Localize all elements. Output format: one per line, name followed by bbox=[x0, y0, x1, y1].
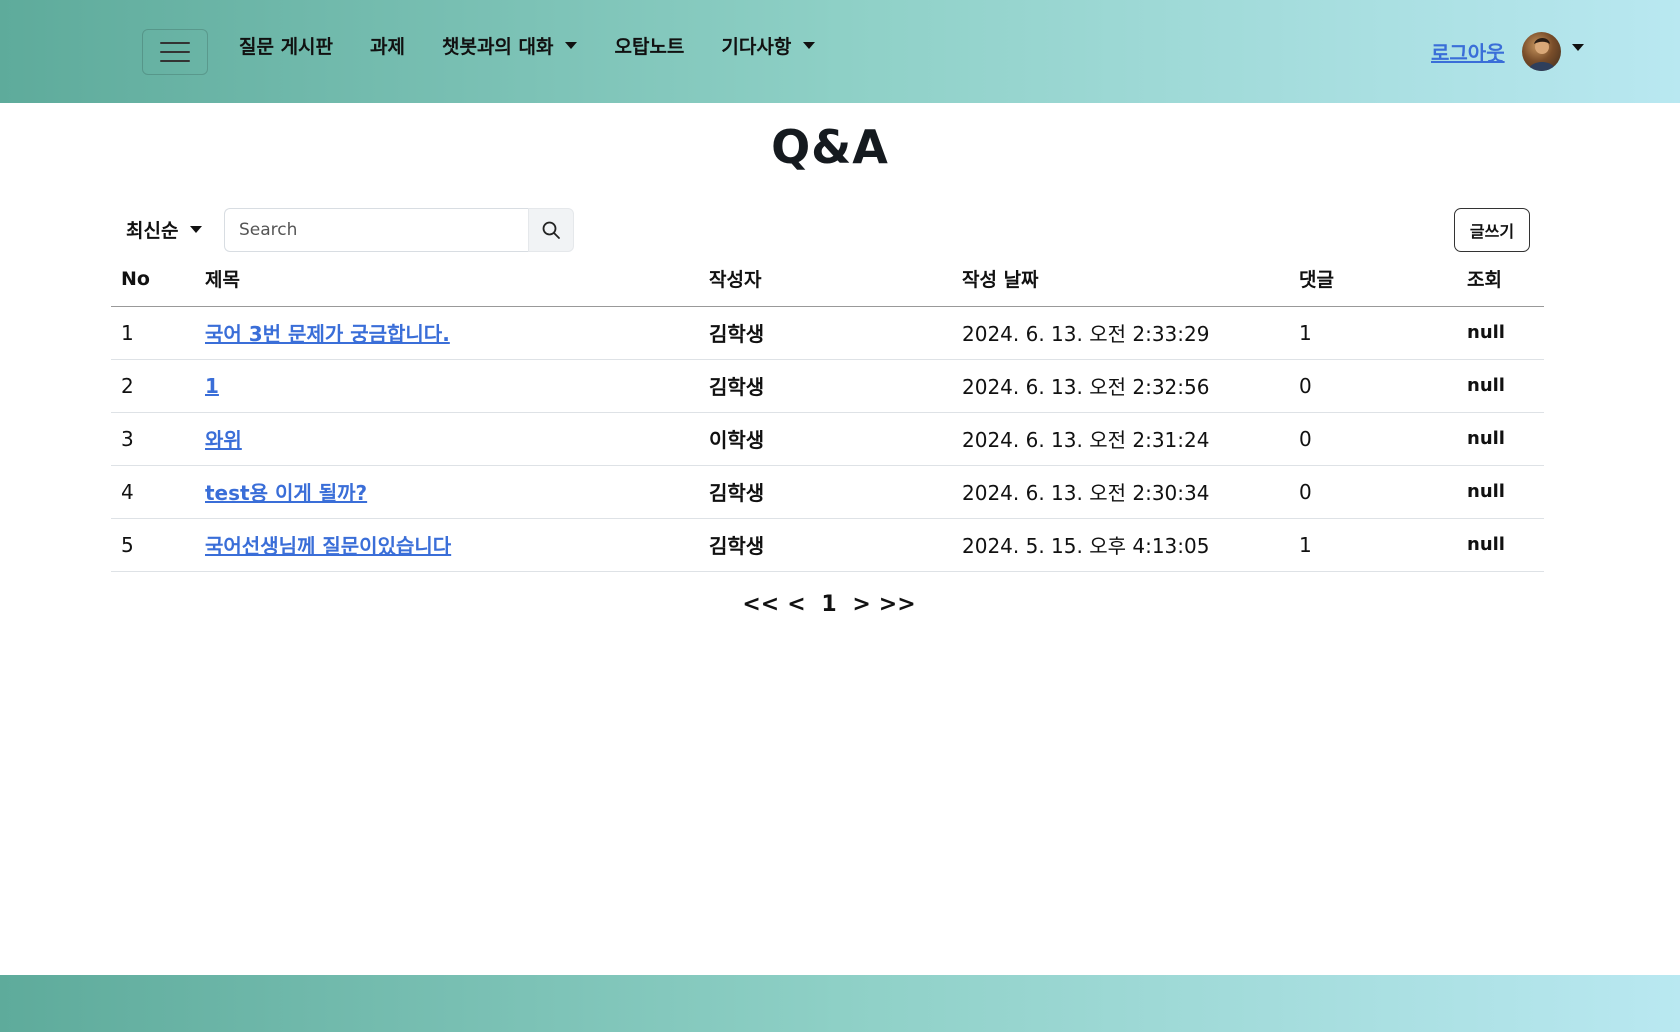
column-header-author: 작성자 bbox=[699, 252, 952, 307]
cell-comments: 1 bbox=[1289, 306, 1457, 360]
prev-page-button[interactable]: < bbox=[787, 592, 805, 617]
cell-comments: 0 bbox=[1289, 465, 1457, 519]
nav-item-qna-board[interactable]: 질문 게시판 bbox=[239, 32, 333, 59]
cell-no: 3 bbox=[111, 412, 195, 466]
cell-views: null bbox=[1457, 518, 1544, 572]
menu-toggle-button[interactable] bbox=[142, 29, 208, 75]
table-row: 4 test용 이게 될까? 김학생 2024. 6. 13. 오전 2:30:… bbox=[111, 465, 1544, 519]
table-header-row: No 제목 작성자 작성 날짜 댓글 조회 bbox=[111, 252, 1544, 307]
table-row: 2 1 김학생 2024. 6. 13. 오전 2:32:56 0 null bbox=[111, 359, 1544, 413]
cell-comments: 1 bbox=[1289, 518, 1457, 572]
cell-author: 이학생 bbox=[699, 412, 952, 466]
cell-views: null bbox=[1457, 465, 1544, 519]
post-table: No 제목 작성자 작성 날짜 댓글 조회 1 국어 3번 문제가 궁금합니다.… bbox=[111, 252, 1544, 572]
chevron-down-icon bbox=[803, 41, 816, 49]
avatar[interactable] bbox=[1522, 32, 1561, 71]
table-row: 1 국어 3번 문제가 궁금합니다. 김학생 2024. 6. 13. 오전 2… bbox=[111, 306, 1544, 360]
cell-no: 2 bbox=[111, 359, 195, 413]
post-title-link[interactable]: test용 이게 될까? bbox=[205, 481, 367, 505]
cell-author: 김학생 bbox=[699, 306, 952, 360]
column-header-no: No bbox=[111, 252, 195, 307]
next-page-button[interactable]: > bbox=[852, 592, 870, 617]
user-photo-icon bbox=[1528, 38, 1556, 71]
hamburger-icon bbox=[160, 42, 190, 44]
cell-date: 2024. 6. 13. 오전 2:32:56 bbox=[952, 359, 1289, 413]
cell-views: null bbox=[1457, 306, 1544, 360]
column-header-comments: 댓글 bbox=[1289, 252, 1457, 307]
cell-author: 김학생 bbox=[699, 465, 952, 519]
table-row: 3 와위 이학생 2024. 6. 13. 오전 2:31:24 0 null bbox=[111, 412, 1544, 466]
post-title-link[interactable]: 와위 bbox=[205, 428, 242, 452]
logout-link[interactable]: 로그아웃 bbox=[1431, 37, 1505, 66]
chevron-down-icon bbox=[190, 226, 203, 233]
cell-author: 김학생 bbox=[699, 518, 952, 572]
post-title-link[interactable]: 국어 3번 문제가 궁금합니다. bbox=[205, 322, 450, 346]
cell-date: 2024. 6. 13. 오전 2:33:29 bbox=[952, 306, 1289, 360]
cell-no: 4 bbox=[111, 465, 195, 519]
cell-no: 1 bbox=[111, 306, 195, 360]
cell-author: 김학생 bbox=[699, 359, 952, 413]
post-title-link[interactable]: 국어선생님께 질문이있습니다 bbox=[205, 534, 451, 558]
sort-dropdown[interactable]: 최신순 bbox=[126, 216, 203, 243]
chevron-down-icon bbox=[565, 41, 578, 49]
post-title-link[interactable]: 1 bbox=[205, 374, 219, 398]
column-header-title: 제목 bbox=[195, 252, 699, 307]
pagination: << < 1 > >> bbox=[0, 592, 1658, 617]
last-page-button[interactable]: >> bbox=[879, 592, 916, 617]
nav-item-wrong-answer-notes[interactable]: 오탑노트 bbox=[614, 32, 684, 59]
top-navbar: 질문 게시판 과제 챗봇과의 대화 오탑노트 기다사항 로그아웃 bbox=[0, 0, 1680, 103]
cell-date: 2024. 6. 13. 오전 2:31:24 bbox=[952, 412, 1289, 466]
nav-item-chatbot-dropdown[interactable]: 챗봇과의 대화 bbox=[442, 32, 578, 59]
column-header-views: 조회 bbox=[1457, 252, 1544, 307]
cell-views: null bbox=[1457, 412, 1544, 466]
column-header-date: 작성 날짜 bbox=[952, 252, 1289, 307]
footer bbox=[0, 975, 1680, 1032]
cell-no: 5 bbox=[111, 518, 195, 572]
cell-comments: 0 bbox=[1289, 359, 1457, 413]
cell-date: 2024. 6. 13. 오전 2:30:34 bbox=[952, 465, 1289, 519]
write-post-button[interactable]: 글쓰기 bbox=[1454, 208, 1530, 252]
search-group bbox=[224, 208, 574, 252]
nav-item-assignments[interactable]: 과제 bbox=[370, 32, 405, 59]
cell-date: 2024. 5. 15. 오후 4:13:05 bbox=[952, 518, 1289, 572]
avatar-dropdown-chevron-icon[interactable] bbox=[1572, 44, 1584, 51]
page-number-button[interactable]: 1 bbox=[821, 592, 836, 617]
cell-comments: 0 bbox=[1289, 412, 1457, 466]
nav-item-misc-dropdown[interactable]: 기다사항 bbox=[721, 32, 816, 59]
first-page-button[interactable]: << bbox=[742, 592, 779, 617]
search-button[interactable] bbox=[528, 208, 574, 252]
page-title: Q&A bbox=[771, 120, 889, 174]
search-icon bbox=[542, 221, 560, 239]
table-row: 5 국어선생님께 질문이있습니다 김학생 2024. 5. 15. 오후 4:1… bbox=[111, 518, 1544, 572]
cell-views: null bbox=[1457, 359, 1544, 413]
search-input[interactable] bbox=[224, 208, 528, 252]
nav-links: 질문 게시판 과제 챗봇과의 대화 오탑노트 기다사항 bbox=[239, 30, 852, 60]
